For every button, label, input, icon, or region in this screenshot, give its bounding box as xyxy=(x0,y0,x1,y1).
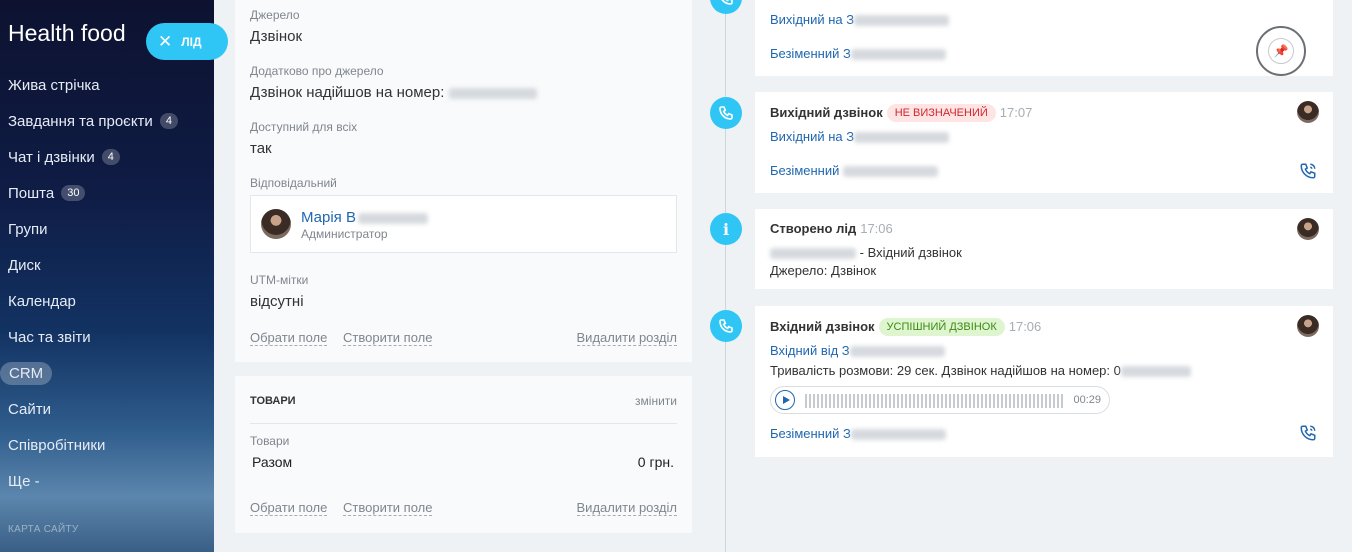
sidebar-item-mail[interactable]: Пошта 30 xyxy=(0,175,214,211)
lead-label: ЛІД xyxy=(181,34,202,49)
avatar[interactable] xyxy=(1297,315,1319,337)
sidebar-item-more[interactable]: Ще - xyxy=(0,463,214,499)
status-badge: УСПІШНИЙ ДЗВІНОК xyxy=(878,318,1005,336)
sidebar-item-feed[interactable]: Жива стрічка xyxy=(0,67,214,103)
goods-card: ТОВАРИ змінити Товари Разом 0 грн. Обрат… xyxy=(235,376,692,533)
source-label: Джерело xyxy=(250,8,300,22)
close-icon: ✕ xyxy=(158,31,173,51)
goods-total-label: Разом xyxy=(252,454,293,470)
phone-icon xyxy=(710,0,742,14)
section-actions: Обрати поле Створити поле Видалити розді… xyxy=(250,500,677,516)
responsible-box: Марія В Администратор xyxy=(250,195,677,253)
counter-badge: 30 xyxy=(61,185,86,201)
status-badge: НЕ ВИЗНАЧЕНИЙ xyxy=(886,104,996,122)
utm-label: UTM-мітки xyxy=(250,273,309,287)
choose-field-link[interactable]: Обрати поле xyxy=(250,330,328,346)
extra-source-label: Додатково про джерело xyxy=(250,64,384,78)
audio-duration: 00:29 xyxy=(1073,394,1101,406)
responsible-name[interactable]: Марія В xyxy=(301,209,428,226)
delete-section-link[interactable]: Видалити розділ xyxy=(576,500,677,516)
goods-title: ТОВАРИ xyxy=(250,395,296,407)
blurred-phone xyxy=(448,87,537,99)
portal-title[interactable]: Health food xyxy=(8,20,126,47)
audio-player: 00:29 xyxy=(770,386,1110,414)
lead-details-card: Джерело Дзвінок Додатково про джерело Дз… xyxy=(235,0,692,362)
call-duration-info: Тривалість розмови: 29 сек. Дзвінок наді… xyxy=(770,363,1191,378)
audio-waveform[interactable] xyxy=(805,394,1065,408)
phone-icon xyxy=(710,97,742,129)
goods-total-value: 0 грн. xyxy=(637,454,674,470)
avatar[interactable] xyxy=(1297,101,1319,123)
timeline-item-lead-created: Створено лід 17:06 - Вхідний дзвінок Джер… xyxy=(755,209,1333,289)
contact-link[interactable]: Безіменний xyxy=(770,163,938,178)
sidebar-item-sites[interactable]: Сайти xyxy=(0,391,214,427)
sidebar-menu: Жива стрічка Завдання та проєкти 4 Чат і … xyxy=(0,67,214,499)
extra-source-value: Дзвінок надійшов на номер: xyxy=(250,84,537,101)
create-field-link[interactable]: Створити поле xyxy=(343,330,433,346)
lead-source-info: Джерело: Дзвінок xyxy=(770,263,877,278)
divider xyxy=(250,423,677,424)
source-value: Дзвінок xyxy=(250,28,303,45)
counter-badge: 4 xyxy=(159,113,178,129)
goods-edit-link[interactable]: змінити xyxy=(635,394,677,408)
lead-created-info: - Вхідний дзвінок xyxy=(770,245,962,260)
item-time: 17:07 xyxy=(999,105,1033,120)
sidebar-item-disk[interactable]: Диск xyxy=(0,247,214,283)
responsible-role: Администратор xyxy=(301,227,388,241)
avatar[interactable] xyxy=(1297,218,1319,240)
sidebar-item-time-reports[interactable]: Час та звіти xyxy=(0,319,214,355)
create-field-link[interactable]: Створити поле xyxy=(343,500,433,516)
phone-icon[interactable] xyxy=(1299,162,1317,180)
timeline-item-outgoing-call: Вихідний на З Безіменний З xyxy=(755,0,1333,76)
utm-value: відсутні xyxy=(250,293,304,310)
call-direction-link[interactable]: Вихідний на З xyxy=(770,12,950,27)
public-label: Доступний для всіх xyxy=(250,120,358,134)
contact-link[interactable]: Безіменний З xyxy=(770,46,946,61)
sidebar: Health food Жива стрічка Завдання та про… xyxy=(0,0,214,552)
counter-badge: 4 xyxy=(101,149,120,165)
item-time: 17:06 xyxy=(860,221,893,236)
pin-icon: 📌 xyxy=(1268,38,1294,64)
phone-icon xyxy=(710,310,742,342)
responsible-label: Відповідальний xyxy=(250,176,337,190)
timeline-line xyxy=(725,0,726,552)
timeline-item-outgoing-call: Вихідний дзвінок НЕ ВИЗНАЧЕНИЙ 17:07 Вихід… xyxy=(755,92,1333,193)
sitemap-link[interactable]: КАРТА САЙТУ xyxy=(8,524,79,535)
call-direction-link[interactable]: Вхідний від З xyxy=(770,343,945,358)
goods-label: Товари xyxy=(250,434,290,448)
timeline-item-incoming-call: Вхідний дзвінок УСПІШНИЙ ДЗВІНОК 17:06 Вхі… xyxy=(755,306,1333,457)
public-value: так xyxy=(250,140,272,157)
avatar[interactable] xyxy=(261,209,291,239)
item-title: Вихідний дзвінок НЕ ВИЗНАЧЕНИЙ 17:07 xyxy=(770,104,1033,122)
info-icon: i xyxy=(710,213,742,245)
sidebar-item-calendar[interactable]: Календар xyxy=(0,283,214,319)
section-actions: Обрати поле Створити поле Видалити розді… xyxy=(250,330,677,346)
pin-button[interactable]: 📌 xyxy=(1256,26,1306,76)
sidebar-item-chat[interactable]: Чат і дзвінки 4 xyxy=(0,139,214,175)
item-time: 17:06 xyxy=(1008,319,1042,334)
call-direction-link[interactable]: Вихідний на З xyxy=(770,129,950,144)
delete-section-link[interactable]: Видалити розділ xyxy=(576,330,677,346)
sidebar-item-groups[interactable]: Групи xyxy=(0,211,214,247)
item-title: Вхідний дзвінок УСПІШНИЙ ДЗВІНОК 17:06 xyxy=(770,318,1042,336)
choose-field-link[interactable]: Обрати поле xyxy=(250,500,328,516)
sidebar-item-crm[interactable]: CRM xyxy=(0,355,214,391)
contact-link[interactable]: Безіменний З xyxy=(770,426,946,441)
phone-icon[interactable] xyxy=(1299,424,1317,442)
play-icon[interactable] xyxy=(775,390,795,410)
sidebar-item-employees[interactable]: Співробітники xyxy=(0,427,214,463)
close-lead-button[interactable]: ✕ ЛІД xyxy=(146,23,228,60)
item-title: Створено лід 17:06 xyxy=(770,221,893,236)
sidebar-item-tasks[interactable]: Завдання та проєкти 4 xyxy=(0,103,214,139)
